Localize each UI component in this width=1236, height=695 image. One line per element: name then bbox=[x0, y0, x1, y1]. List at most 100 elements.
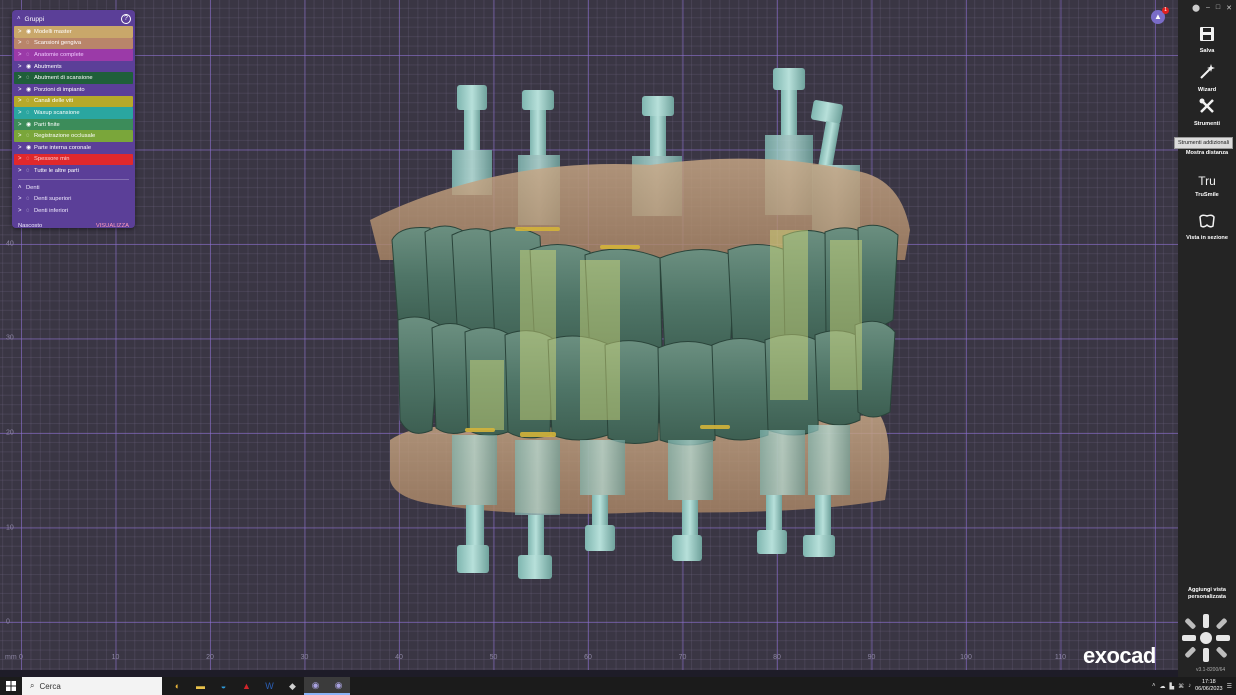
account-icon[interactable]: ⬤ bbox=[1192, 4, 1200, 12]
taskbar: ⌕ Cerca ◐ ▬ ◒ ▲ W ◆ ◉ ◉ ˄ ☁ ▙ ⌘ ♪ 17:18 06/06/2023 … bbox=[0, 677, 1236, 695]
notification-button[interactable]: ▲ 1 bbox=[1151, 7, 1169, 24]
tray-icon[interactable]: ♪ bbox=[1188, 683, 1191, 690]
visibility-icon[interactable]: ◉ bbox=[26, 28, 34, 35]
visibility-icon[interactable]: ◉ bbox=[26, 86, 34, 93]
windows-icon bbox=[6, 681, 16, 691]
expand-icon[interactable]: > bbox=[18, 52, 26, 58]
group-item[interactable]: > ◉ Modelli master bbox=[14, 26, 133, 38]
dental-model-render[interactable] bbox=[0, 0, 1178, 670]
exocad-active-icon[interactable]: ◉ bbox=[327, 677, 350, 695]
trusmile-icon: Tru bbox=[1198, 174, 1216, 188]
hidden-toggle[interactable]: Nascosto bbox=[18, 223, 42, 229]
group-label: Anatomie complete bbox=[34, 51, 84, 58]
collapse-icon[interactable]: ˄ bbox=[17, 16, 21, 22]
ruler-x-tick: 100 bbox=[960, 654, 972, 661]
ruler-x-tick: 80 bbox=[773, 654, 781, 661]
show-distance-button[interactable]: Mostra distanza bbox=[1178, 148, 1236, 156]
show-button[interactable]: VISUALIZZA bbox=[96, 223, 129, 229]
visibility-icon[interactable]: ◌ bbox=[26, 75, 34, 81]
visibility-icon[interactable]: ◌ bbox=[26, 110, 34, 116]
minimize-icon[interactable]: – bbox=[1206, 4, 1210, 12]
visibility-icon[interactable]: ◌ bbox=[26, 168, 34, 174]
help-icon[interactable]: ? bbox=[121, 14, 131, 24]
3d-viewport[interactable]: 0 10 20 30 40 50 60 70 80 90 100 110 40 30 20 10 0 mm bbox=[0, 0, 1178, 670]
exocad-app-icon[interactable]: ◉ bbox=[304, 677, 327, 695]
folder-icon[interactable]: ▬ bbox=[189, 677, 212, 695]
expand-icon[interactable]: > bbox=[18, 87, 26, 93]
visibility-icon[interactable]: ◌ bbox=[26, 98, 34, 104]
group-item[interactable]: > ◌ Abutment di scansione bbox=[14, 72, 133, 84]
expand-icon[interactable]: > bbox=[18, 196, 26, 202]
visibility-icon[interactable]: ◌ bbox=[26, 52, 34, 58]
group-item[interactable]: > ◉ Abutments bbox=[14, 60, 133, 73]
expand-icon[interactable]: > bbox=[18, 40, 26, 46]
edge-icon[interactable]: ◒ bbox=[212, 677, 235, 695]
group-item[interactable]: > ◌ Spessore min bbox=[14, 153, 133, 166]
expand-icon[interactable]: > bbox=[18, 75, 26, 81]
taskbar-search[interactable]: ⌕ Cerca bbox=[22, 677, 162, 695]
tray-icon[interactable]: ▙ bbox=[1169, 683, 1174, 690]
tray-icon[interactable]: ˄ bbox=[1152, 683, 1156, 690]
trusmile-button[interactable]: Tru TruSmile bbox=[1178, 172, 1236, 198]
expand-icon[interactable]: > bbox=[18, 64, 26, 70]
group-item[interactable]: > ◌ Canali delle viti bbox=[14, 95, 133, 108]
group-label: Canali delle viti bbox=[34, 98, 73, 105]
teeth-item[interactable]: > ◌ Denti superiori bbox=[14, 193, 133, 205]
groups-footer[interactable]: Nascosto VISUALIZZA bbox=[14, 220, 133, 232]
acrobat-icon[interactable]: ▲ bbox=[235, 677, 258, 695]
expand-icon[interactable]: > bbox=[18, 98, 26, 104]
visibility-icon[interactable]: ◌ bbox=[26, 133, 34, 139]
word-icon[interactable]: W bbox=[258, 677, 281, 695]
expand-icon[interactable]: > bbox=[18, 133, 26, 139]
group-item[interactable]: > ◉ Parte interna coronale bbox=[14, 141, 133, 154]
tray-icon[interactable]: ☁ bbox=[1159, 683, 1165, 690]
expand-icon[interactable]: > bbox=[18, 122, 26, 128]
start-button[interactable] bbox=[0, 677, 22, 695]
tray-icon[interactable]: ⌘ bbox=[1178, 683, 1184, 690]
expand-icon[interactable]: > bbox=[18, 168, 26, 174]
expand-icon[interactable]: > bbox=[18, 110, 26, 116]
expand-icon[interactable]: > bbox=[18, 29, 26, 35]
add-custom-view-button[interactable]: Aggiungi vista personalizzata bbox=[1178, 587, 1236, 601]
visibility-icon[interactable]: ◌ bbox=[26, 208, 34, 214]
maximize-icon[interactable]: □ bbox=[1216, 4, 1220, 12]
tools-icon bbox=[1178, 97, 1236, 119]
groups-header[interactable]: ˄ Gruppi ? bbox=[14, 12, 133, 26]
save-icon bbox=[1178, 26, 1236, 46]
section-view-icon bbox=[1178, 213, 1236, 233]
section-view-button[interactable]: Vista in sezione bbox=[1178, 213, 1236, 241]
group-item[interactable]: > ◌ Tutte le altre parti bbox=[14, 165, 133, 177]
group-item[interactable]: > ◉ Parti finite bbox=[14, 118, 133, 131]
visibility-icon[interactable]: ◉ bbox=[26, 63, 34, 70]
expand-icon[interactable]: > bbox=[18, 156, 26, 162]
group-item[interactable]: > ◌ Anatomie complete bbox=[14, 49, 133, 61]
chrome-icon[interactable]: ◐ bbox=[166, 677, 189, 695]
visibility-icon[interactable]: ◉ bbox=[26, 144, 34, 151]
tools-button[interactable]: Strumenti bbox=[1178, 97, 1236, 127]
wizard-button[interactable]: Wizard bbox=[1178, 63, 1236, 93]
app-icon[interactable]: ◆ bbox=[281, 677, 304, 695]
visibility-icon[interactable]: ◌ bbox=[26, 40, 34, 46]
expand-icon[interactable]: > bbox=[18, 145, 26, 151]
notification-center-icon[interactable]: ☰ bbox=[1227, 683, 1232, 690]
visibility-icon[interactable]: ◌ bbox=[26, 156, 34, 162]
group-item[interactable]: > ◌ Waxup scansione bbox=[14, 107, 133, 119]
group-label: Modelli master bbox=[34, 28, 72, 35]
teeth-item[interactable]: > ◌ Denti inferiori bbox=[14, 205, 133, 217]
group-item[interactable]: > ◌ Scansioni gengiva bbox=[14, 37, 133, 50]
save-button[interactable]: Salva bbox=[1178, 26, 1236, 54]
visibility-icon[interactable]: ◉ bbox=[26, 121, 34, 128]
search-placeholder: Cerca bbox=[39, 681, 61, 691]
clock[interactable]: 17:18 06/06/2023 bbox=[1195, 679, 1223, 693]
group-item[interactable]: > ◌ Registrazione occlusale bbox=[14, 130, 133, 142]
view-direction-widget[interactable] bbox=[1180, 612, 1232, 664]
group-item[interactable]: > ◉ Porzioni di impianto bbox=[14, 83, 133, 96]
denti-header[interactable]: ˄ Denti bbox=[14, 182, 133, 194]
groups-panel[interactable]: ˄ Gruppi ? > ◉ Modelli master > ◌ Scansioni g… bbox=[12, 10, 135, 229]
ruler-x-tick: 20 bbox=[206, 654, 214, 661]
visibility-icon[interactable]: ◌ bbox=[26, 196, 34, 202]
expand-icon[interactable]: > bbox=[18, 208, 26, 214]
teeth-label: Denti superiori bbox=[34, 196, 72, 203]
close-icon[interactable]: ✕ bbox=[1226, 4, 1232, 12]
collapse-icon[interactable]: ˄ bbox=[18, 185, 26, 191]
